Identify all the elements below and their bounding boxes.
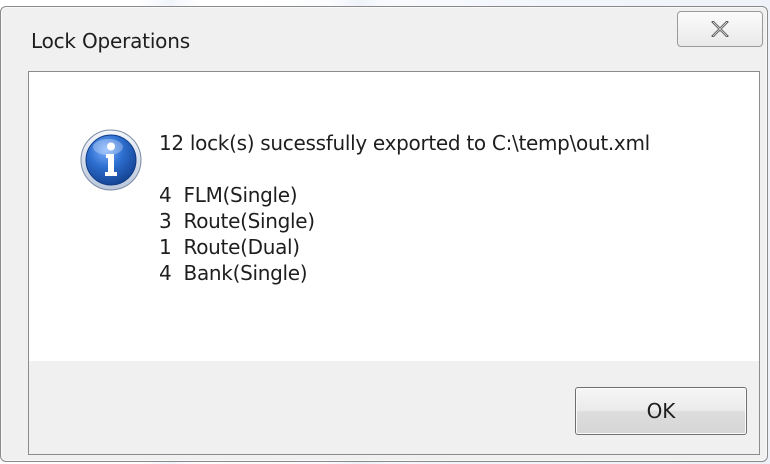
window-title: Lock Operations [31, 29, 190, 53]
message-detail-line: 1 Route(Dual) [159, 235, 300, 259]
dialog-client-area: 12 lock(s) sucessfully exported to C:\te… [28, 71, 760, 455]
lock-operations-dialog: Lock Operations 12 lock(s) sucessfully e… [0, 6, 768, 462]
message-detail-line: 4 FLM(Single) [159, 183, 298, 207]
close-icon [711, 21, 729, 37]
message-spacer [159, 156, 650, 182]
info-icon [79, 128, 143, 192]
message-detail-line: 3 Route(Single) [159, 209, 315, 233]
ok-button[interactable]: OK [575, 387, 747, 435]
message-detail-line: 4 Bank(Single) [159, 261, 308, 285]
ok-button-label: OK [646, 399, 676, 423]
close-button[interactable] [677, 11, 763, 47]
title-bar[interactable]: Lock Operations [1, 7, 767, 71]
message-text: 12 lock(s) sucessfully exported to C:\te… [159, 130, 650, 286]
message-area: 12 lock(s) sucessfully exported to C:\te… [29, 72, 759, 361]
message-headline: 12 lock(s) sucessfully exported to C:\te… [159, 131, 650, 155]
